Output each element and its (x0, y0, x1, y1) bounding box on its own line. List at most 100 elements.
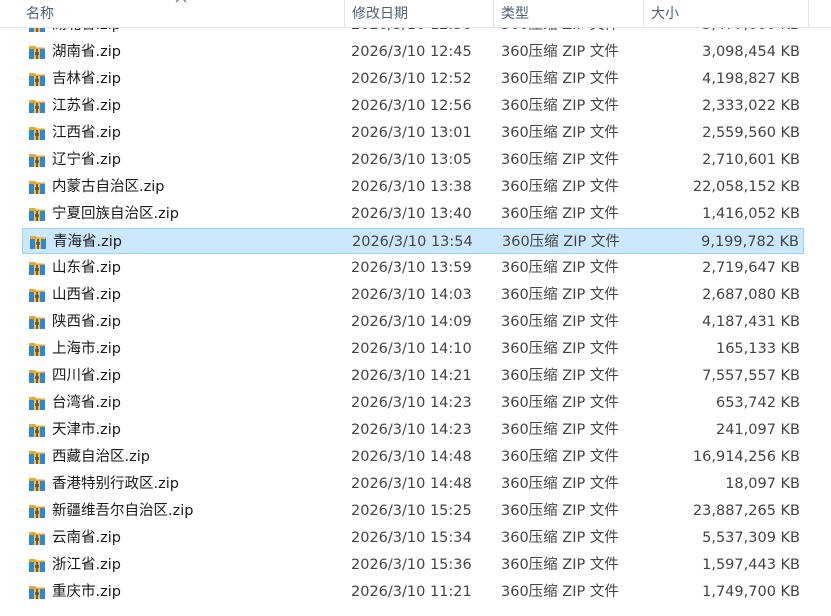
file-size: 23,887,265 KB (692, 503, 800, 519)
sort-ascending-icon (175, 0, 187, 3)
column-divider[interactable] (643, 0, 644, 27)
file-row[interactable]: 宁夏回族自治区.zip 2026/3/10 13:40 360压缩 ZIP 文件 1,… (22, 201, 804, 227)
zip-archive-icon (29, 289, 45, 302)
file-type: 360压缩 ZIP 文件 (501, 557, 619, 573)
file-type: 360压缩 ZIP 文件 (501, 314, 619, 330)
column-header-name[interactable]: 名称 (26, 0, 54, 27)
zip-archive-icon (29, 100, 45, 113)
file-size: 5,537,309 KB (702, 530, 800, 546)
file-name: 江苏省.zip (52, 98, 121, 114)
file-modified-date: 2026/3/10 14:48 (351, 476, 472, 492)
file-name: 陕西省.zip (52, 314, 121, 330)
file-row[interactable]: 山东省.zip 2026/3/10 13:59 360压缩 ZIP 文件 2,719,… (22, 255, 804, 281)
file-modified-date: 2026/3/10 15:36 (351, 557, 472, 573)
column-header-type[interactable]: 类型 (501, 0, 529, 27)
column-header-size[interactable]: 大小 (651, 0, 679, 27)
file-modified-date: 2026/3/10 13:38 (351, 179, 472, 195)
file-name: 辽宁省.zip (52, 152, 121, 168)
file-row[interactable]: 重庆市.zip 2026/3/10 11:21 360压缩 ZIP 文件 1,749,… (22, 579, 804, 605)
file-row[interactable]: 天津市.zip 2026/3/10 14:23 360压缩 ZIP 文件 241,09… (22, 417, 804, 443)
file-modified-date: 2026/3/10 14:09 (351, 314, 472, 330)
file-type: 360压缩 ZIP 文件 (501, 503, 619, 519)
file-row[interactable]: 浙江省.zip 2026/3/10 15:36 360压缩 ZIP 文件 1,597,… (22, 552, 804, 578)
file-row[interactable]: 新疆维吾尔自治区.zip 2026/3/10 15:25 360压缩 ZIP 文件 2… (22, 498, 804, 524)
file-name: 四川省.zip (52, 368, 121, 384)
zip-archive-icon (29, 316, 45, 329)
zip-archive-icon (29, 343, 45, 356)
zip-archive-icon (29, 370, 45, 383)
file-type: 360压缩 ZIP 文件 (501, 422, 619, 438)
zip-archive-icon (29, 127, 45, 140)
file-row[interactable]: 江苏省.zip 2026/3/10 12:56 360压缩 ZIP 文件 2,333,… (22, 93, 804, 119)
zip-archive-icon (29, 505, 45, 518)
file-row[interactable]: 辽宁省.zip 2026/3/10 13:05 360压缩 ZIP 文件 2,710,… (22, 147, 804, 173)
zip-archive-icon (29, 208, 45, 221)
file-type: 360压缩 ZIP 文件 (501, 395, 619, 411)
file-size: 2,710,601 KB (702, 152, 800, 168)
file-size: 1,416,052 KB (702, 206, 800, 222)
file-type: 360压缩 ZIP 文件 (501, 98, 619, 114)
file-modified-date: 2026/3/10 14:23 (351, 422, 472, 438)
file-row[interactable]: 台湾省.zip 2026/3/10 14:23 360压缩 ZIP 文件 653,74… (22, 390, 804, 416)
file-row[interactable]: 四川省.zip 2026/3/10 14:21 360压缩 ZIP 文件 7,557,… (22, 363, 804, 389)
zip-archive-icon (29, 451, 45, 464)
zip-archive-icon (29, 181, 45, 194)
column-divider[interactable] (344, 0, 345, 27)
file-type: 360压缩 ZIP 文件 (501, 152, 619, 168)
file-name: 湖南省.zip (52, 44, 121, 60)
file-row[interactable]: 湖南省.zip 2026/3/10 12:45 360压缩 ZIP 文件 3,098,… (22, 39, 804, 65)
file-name: 内蒙古自治区.zip (52, 179, 165, 195)
file-name: 天津市.zip (52, 422, 121, 438)
zip-archive-icon (29, 46, 45, 59)
file-modified-date: 2026/3/10 13:59 (351, 260, 472, 276)
file-name: 重庆市.zip (52, 584, 121, 600)
file-row[interactable]: 内蒙古自治区.zip 2026/3/10 13:38 360压缩 ZIP 文件 22,… (22, 174, 804, 200)
file-row[interactable]: 香港特别行政区.zip 2026/3/10 14:48 360压缩 ZIP 文件 18… (22, 471, 804, 497)
zip-archive-icon (30, 236, 46, 249)
file-name: 山西省.zip (52, 287, 121, 303)
file-modified-date: 2026/3/10 14:10 (351, 341, 472, 357)
file-row[interactable]: 上海市.zip 2026/3/10 14:10 360压缩 ZIP 文件 165,13… (22, 336, 804, 362)
file-modified-date: 2026/3/10 13:54 (352, 234, 473, 250)
file-modified-date: 2026/3/10 13:01 (351, 125, 472, 141)
file-size: 4,198,827 KB (702, 71, 800, 87)
file-type: 360压缩 ZIP 文件 (501, 368, 619, 384)
file-row[interactable]: 云南省.zip 2026/3/10 15:34 360压缩 ZIP 文件 5,537,… (22, 525, 804, 551)
column-divider[interactable] (808, 0, 809, 27)
zip-archive-icon (29, 532, 45, 545)
file-row[interactable]: 山西省.zip 2026/3/10 14:03 360压缩 ZIP 文件 2,687,… (22, 282, 804, 308)
file-modified-date: 2026/3/10 14:23 (351, 395, 472, 411)
file-row[interactable]: 陕西省.zip 2026/3/10 14:09 360压缩 ZIP 文件 4,187,… (22, 309, 804, 335)
file-row[interactable]: 江西省.zip 2026/3/10 13:01 360压缩 ZIP 文件 2,559,… (22, 120, 804, 146)
zip-archive-icon (29, 262, 45, 275)
zip-archive-icon (29, 397, 45, 410)
file-modified-date: 2026/3/10 13:05 (351, 152, 472, 168)
zip-archive-icon (29, 73, 45, 86)
file-modified-date: 2026/3/10 14:48 (351, 449, 472, 465)
file-modified-date: 2026/3/10 14:21 (351, 368, 472, 384)
file-row[interactable]: 西藏自治区.zip 2026/3/10 14:48 360压缩 ZIP 文件 16,9… (22, 444, 804, 470)
file-type: 360压缩 ZIP 文件 (501, 206, 619, 222)
file-size: 7,557,557 KB (702, 368, 800, 384)
file-type: 360压缩 ZIP 文件 (501, 341, 619, 357)
file-type: 360压缩 ZIP 文件 (502, 234, 620, 250)
file-modified-date: 2026/3/10 15:34 (351, 530, 472, 546)
file-type: 360压缩 ZIP 文件 (501, 260, 619, 276)
column-header-date[interactable]: 修改日期 (352, 0, 408, 27)
file-size: 22,058,152 KB (692, 179, 800, 195)
file-row[interactable]: 青海省.zip 2026/3/10 13:54 360压缩 ZIP 文件 9,199,… (22, 228, 804, 254)
column-header: 名称 修改日期 类型 大小 (0, 0, 831, 28)
file-row[interactable]: 吉林省.zip 2026/3/10 12:52 360压缩 ZIP 文件 4,198,… (22, 66, 804, 92)
zip-archive-icon (29, 586, 45, 599)
file-size: 1,597,443 KB (702, 557, 800, 573)
column-divider[interactable] (493, 0, 494, 27)
zip-archive-icon (29, 478, 45, 491)
file-size: 3,098,454 KB (702, 44, 800, 60)
file-type: 360压缩 ZIP 文件 (501, 179, 619, 195)
file-name: 香港特别行政区.zip (52, 476, 179, 492)
file-type: 360压缩 ZIP 文件 (501, 125, 619, 141)
file-size: 2,719,647 KB (702, 260, 800, 276)
file-size: 2,333,022 KB (702, 98, 800, 114)
file-name: 山东省.zip (52, 260, 121, 276)
file-type: 360压缩 ZIP 文件 (501, 449, 619, 465)
